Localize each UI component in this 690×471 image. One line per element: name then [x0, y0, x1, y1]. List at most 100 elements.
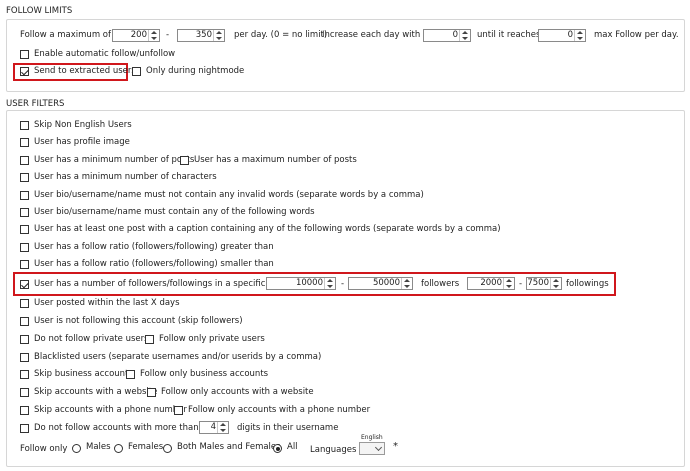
languages-label: Languages: [310, 445, 357, 455]
all-genders-label: All: [287, 442, 298, 452]
ratio-greater-label: User has a follow ratio (followers/follo…: [34, 242, 274, 252]
follow-only-business-checkbox[interactable]: [126, 370, 135, 379]
spinner-arrows-icon[interactable]: [324, 278, 335, 289]
follow-only-private-label: Follow only private users: [159, 334, 265, 344]
nightmode-checkbox[interactable]: [132, 67, 141, 76]
until-label: until it reaches: [477, 30, 541, 40]
bio-contain-words-checkbox[interactable]: [20, 208, 29, 217]
range-dash: -: [166, 30, 170, 40]
spinner-arrows-icon[interactable]: [503, 278, 514, 289]
digits-prefix-label: Do not follow accounts with more than: [34, 423, 199, 433]
bio-invalid-words-label: User bio/username/name must not contain …: [34, 190, 424, 200]
follow-only-private-checkbox[interactable]: [145, 335, 154, 344]
max-posts-label: User has a maximum number of posts: [194, 155, 357, 165]
digits-spinner[interactable]: 4: [199, 421, 229, 434]
both-genders-radio[interactable]: [163, 444, 172, 453]
until-value: 0: [567, 30, 573, 40]
blacklisted-label: Blacklisted users (separate usernames an…: [34, 352, 322, 362]
follow-only-website-checkbox[interactable]: [147, 388, 156, 397]
ratio-smaller-label: User has a follow ratio (followers/follo…: [34, 259, 274, 269]
followings-min-spinner[interactable]: 2000: [467, 277, 515, 290]
user-filters-title: USER FILTERS: [6, 99, 65, 109]
increase-label: Increase each day with: [322, 30, 421, 40]
spinner-arrows-icon[interactable]: [148, 30, 159, 41]
followers-dash: -: [341, 279, 345, 289]
languages-dropdown[interactable]: [359, 442, 385, 455]
per-day-label: per day. (0 = no limit): [234, 30, 328, 40]
send-extracted-label: Send to extracted users: [34, 66, 136, 76]
spinner-arrows-icon[interactable]: [550, 278, 561, 289]
followers-min-value: 10000: [295, 278, 323, 288]
skip-business-checkbox[interactable]: [20, 370, 29, 379]
max-posts-checkbox[interactable]: [180, 156, 189, 165]
min-posts-label: User has a minimum number of posts: [34, 155, 195, 165]
posted-within-checkbox[interactable]: [20, 299, 29, 308]
followings-max-spinner[interactable]: 7500: [526, 277, 562, 290]
profile-image-checkbox[interactable]: [20, 138, 29, 147]
not-following-label: User is not following this account (skip…: [34, 316, 243, 326]
followers-label: followers: [421, 279, 460, 289]
language-selected-value: English: [361, 434, 383, 441]
follow-min-value: 200: [130, 30, 147, 40]
profile-image-label: User has profile image: [34, 137, 130, 147]
digits-suffix-label: digits in their username: [237, 423, 339, 433]
bio-contain-words-label: User bio/username/name must contain any …: [34, 207, 315, 217]
both-genders-label: Both Males and Females: [177, 442, 281, 452]
skip-website-checkbox[interactable]: [20, 388, 29, 397]
spinner-arrows-icon[interactable]: [401, 278, 412, 289]
followers-min-spinner[interactable]: 10000: [266, 277, 336, 290]
chevron-down-icon: [374, 443, 383, 452]
languages-required-mark: *: [393, 441, 398, 452]
range-checkbox[interactable]: [20, 280, 29, 289]
bio-min-chars-checkbox[interactable]: [20, 173, 29, 182]
followings-label: followings: [566, 279, 609, 289]
post-caption-checkbox[interactable]: [20, 225, 29, 234]
digits-value: 4: [210, 422, 216, 432]
spinner-arrows-icon[interactable]: [213, 30, 224, 41]
ratio-greater-checkbox[interactable]: [20, 243, 29, 252]
auto-follow-checkbox[interactable]: [20, 50, 29, 59]
nightmode-label: Only during nightmode: [146, 66, 245, 76]
dont-follow-private-checkbox[interactable]: [20, 335, 29, 344]
range-label: User has a number of followers/following…: [34, 279, 293, 289]
spinner-arrows-icon[interactable]: [459, 30, 470, 41]
digits-checkbox[interactable]: [20, 424, 29, 433]
follow-only-phone-label: Follow only accounts with a phone number: [188, 405, 371, 415]
post-caption-label: User has at least one post with a captio…: [34, 224, 501, 234]
spinner-arrows-icon[interactable]: [574, 30, 585, 41]
followers-max-spinner[interactable]: 50000: [348, 277, 413, 290]
skip-non-english-checkbox[interactable]: [20, 121, 29, 130]
spinner-arrows-icon[interactable]: [217, 422, 228, 433]
auto-follow-label: Enable automatic follow/unfollow: [34, 49, 176, 59]
follow-limits-title: FOLLOW LIMITS: [6, 6, 73, 16]
ratio-smaller-checkbox[interactable]: [20, 260, 29, 269]
females-radio[interactable]: [114, 444, 123, 453]
min-posts-checkbox[interactable]: [20, 156, 29, 165]
bio-invalid-words-checkbox[interactable]: [20, 191, 29, 200]
increase-spinner[interactable]: 0: [423, 29, 471, 42]
males-label: Males: [86, 442, 111, 452]
followings-max-value: 7500: [527, 278, 549, 288]
send-extracted-checkbox[interactable]: [20, 67, 29, 76]
skip-website-label: Skip accounts with a website: [34, 387, 158, 397]
follow-min-spinner[interactable]: 200: [112, 29, 160, 42]
females-label: Females: [128, 442, 164, 452]
until-spinner[interactable]: 0: [538, 29, 586, 42]
follow-only-label: Follow only: [20, 444, 68, 454]
followings-min-value: 2000: [480, 278, 502, 288]
followings-dash: -: [519, 279, 523, 289]
skip-phone-checkbox[interactable]: [20, 406, 29, 415]
bio-min-chars-label: User has a minimum number of characters: [34, 172, 217, 182]
follow-only-website-label: Follow only accounts with a website: [161, 387, 314, 397]
skip-business-label: Skip business accounts: [34, 369, 133, 379]
not-following-checkbox[interactable]: [20, 317, 29, 326]
follow-only-phone-checkbox[interactable]: [174, 406, 183, 415]
followers-max-value: 50000: [372, 278, 400, 288]
follow-max-spinner[interactable]: 350: [177, 29, 225, 42]
posted-within-label: User posted within the last X days: [34, 298, 180, 308]
dont-follow-private-label: Do not follow private users: [34, 334, 149, 344]
all-genders-radio[interactable]: [273, 444, 282, 453]
males-radio[interactable]: [72, 444, 81, 453]
blacklisted-checkbox[interactable]: [20, 353, 29, 362]
skip-non-english-label: Skip Non English Users: [34, 120, 132, 130]
